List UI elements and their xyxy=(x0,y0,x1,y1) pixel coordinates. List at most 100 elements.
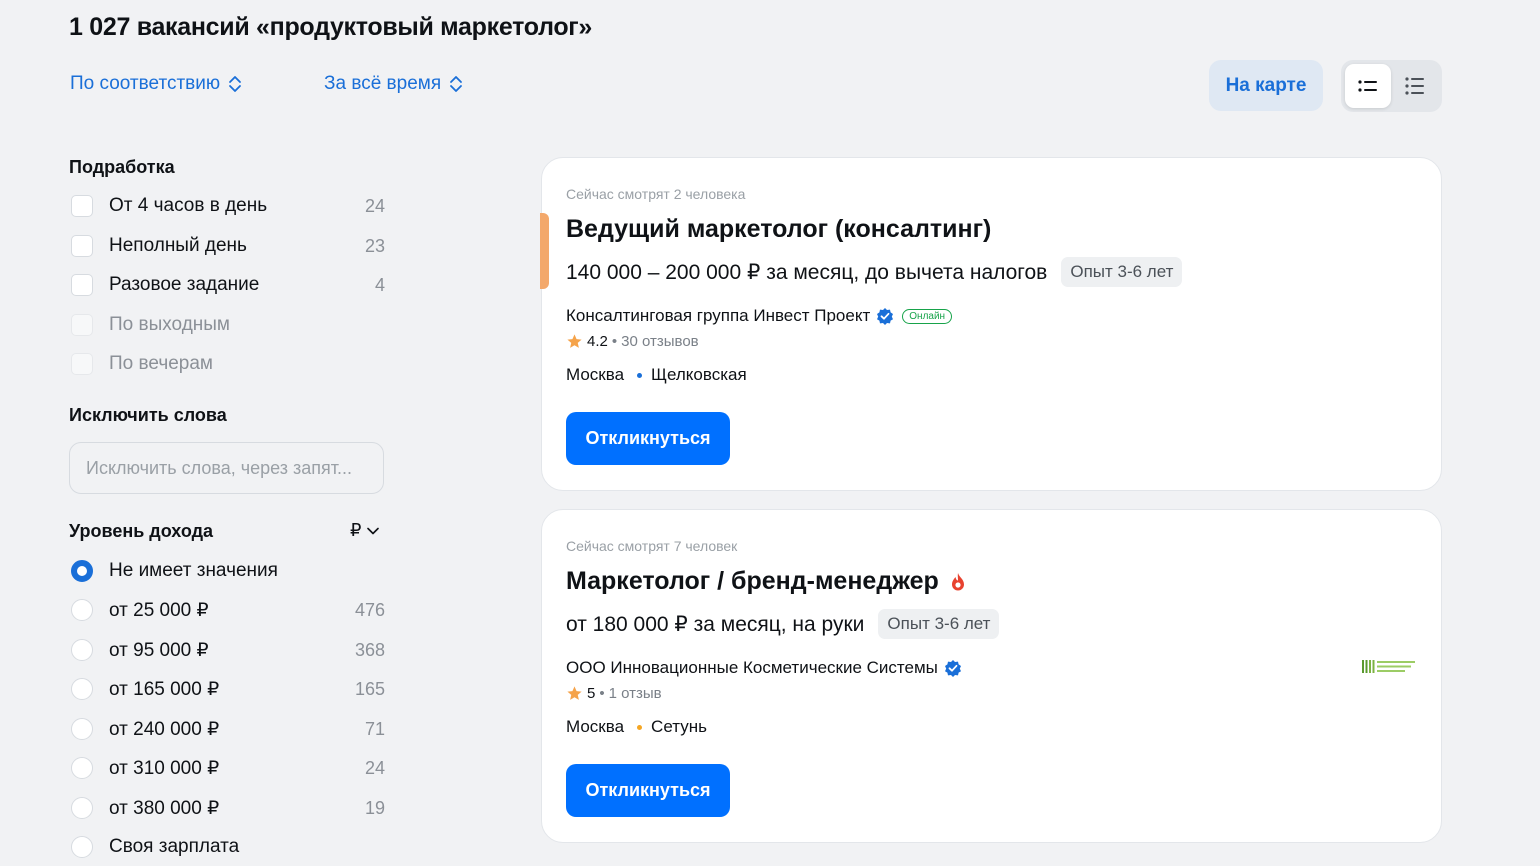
respond-button[interactable]: Откликнуться xyxy=(566,764,730,817)
part-time-option[interactable]: Разовое задание 4 xyxy=(69,270,385,300)
review-count: 30 отзывов xyxy=(621,333,699,350)
option-count: 24 xyxy=(364,195,385,216)
option-count: 368 xyxy=(354,639,385,660)
income-option[interactable]: Своя зарплата xyxy=(69,832,385,862)
metro-line-dot xyxy=(637,724,643,730)
part-time-option[interactable]: От 4 часов в день 24 xyxy=(69,191,385,221)
option-count: 71 xyxy=(364,718,385,739)
sort-period-dropdown[interactable]: За всё время xyxy=(324,73,463,95)
compact-list-icon xyxy=(1358,80,1377,92)
verified-check-icon xyxy=(877,308,894,325)
checkbox[interactable] xyxy=(71,235,93,257)
vacancy-card[interactable]: Сейчас смотрят 7 человек Маркетолог / бр… xyxy=(541,509,1442,843)
compact-list-view-button[interactable] xyxy=(1345,64,1391,108)
option-label: От 4 часов в день xyxy=(109,195,268,216)
radio-button[interactable] xyxy=(71,718,93,740)
option-label: от 310 000 ₽ xyxy=(109,757,220,779)
sort-updown-icon xyxy=(229,76,242,92)
map-button[interactable]: На карте xyxy=(1209,60,1323,111)
separator-dot: • xyxy=(599,685,605,702)
option-label: Неполный день xyxy=(109,235,247,256)
option-label: от 240 000 ₽ xyxy=(109,718,220,740)
metro-station: Сетунь xyxy=(651,717,707,736)
city: Москва xyxy=(566,717,625,736)
checkbox-disabled xyxy=(71,353,93,375)
rating-row[interactable]: 5 • 1 отзыв xyxy=(566,685,662,702)
option-count: 476 xyxy=(354,599,385,620)
radio-button[interactable] xyxy=(71,678,93,700)
option-label: от 380 000 ₽ xyxy=(109,797,220,819)
separator-dot: • xyxy=(611,333,618,350)
vacancy-title-link[interactable]: Маркетолог / бренд-менеджер xyxy=(566,567,967,596)
option-label: от 95 000 ₽ xyxy=(109,639,209,661)
income-option[interactable]: от 165 000 ₽ 165 xyxy=(69,674,385,704)
radio-button-checked[interactable] xyxy=(71,560,93,582)
income-option[interactable]: от 240 000 ₽ 71 xyxy=(69,714,385,744)
star-icon xyxy=(567,686,582,700)
part-time-option[interactable]: Неполный день 23 xyxy=(69,231,385,261)
option-label: По выходным xyxy=(109,314,230,335)
highlight-accent-bar xyxy=(540,213,549,289)
vacancy-title: Ведущий маркетолог (консалтинг) xyxy=(566,215,992,243)
vacancy-card[interactable]: Сейчас смотрят 2 человека Ведущий маркет… xyxy=(540,157,1442,491)
part-time-section-title: Подработка xyxy=(69,157,175,177)
detailed-list-view-button[interactable] xyxy=(1392,64,1438,108)
sort-period-label: За всё время xyxy=(324,73,442,94)
part-time-option: По вечерам xyxy=(69,349,385,379)
radio-button[interactable] xyxy=(71,797,93,819)
radio-button[interactable] xyxy=(71,836,93,858)
experience-badge: Опыт 3-6 лет xyxy=(878,609,1000,639)
option-count: 19 xyxy=(364,797,385,818)
salary: 140 000 – 200 000 ₽ за месяц, до вычета … xyxy=(566,260,1048,284)
income-option[interactable]: от 310 000 ₽ 24 xyxy=(69,753,385,783)
option-count: 24 xyxy=(364,757,385,778)
detailed-list-icon xyxy=(1405,77,1424,95)
salary-row: от 180 000 ₽ за месяц, на руки Опыт 3-6 … xyxy=(566,609,1000,639)
respond-button[interactable]: Откликнуться xyxy=(566,412,730,465)
radio-button[interactable] xyxy=(71,599,93,621)
vacancy-title-link[interactable]: Ведущий маркетолог (консалтинг) xyxy=(566,215,991,244)
exclude-words-input[interactable] xyxy=(69,442,384,494)
vacancy-title: Маркетолог / бренд-менеджер xyxy=(566,567,939,595)
rating-value: 5 xyxy=(587,685,596,702)
hot-vacancy-icon xyxy=(951,572,964,590)
company-name-link[interactable]: ООО Инновационные Косметические Системы xyxy=(566,658,938,678)
option-count: 165 xyxy=(354,678,385,699)
income-option[interactable]: от 380 000 ₽ 19 xyxy=(69,793,385,823)
location-row: Москва Сетунь xyxy=(566,717,707,737)
radio-button[interactable] xyxy=(71,639,93,661)
company-row: ООО Инновационные Косметические Системы xyxy=(566,658,962,678)
radio-button[interactable] xyxy=(71,757,93,779)
star-icon xyxy=(567,334,582,348)
option-label: от 165 000 ₽ xyxy=(109,678,220,700)
checkbox[interactable] xyxy=(71,274,93,296)
option-label: По вечерам xyxy=(109,353,213,374)
currency-label: ₽ xyxy=(350,520,362,540)
option-count: 23 xyxy=(364,235,385,256)
sort-relevance-label: По соответствию xyxy=(70,73,221,94)
sort-relevance-dropdown[interactable]: По соответствию xyxy=(70,73,242,95)
checkbox-disabled xyxy=(71,314,93,336)
income-option[interactable]: от 25 000 ₽ 476 xyxy=(69,595,385,625)
review-count: 1 отзыв xyxy=(608,685,662,702)
option-label: от 25 000 ₽ xyxy=(109,599,209,621)
verified-check-icon xyxy=(944,660,961,677)
income-option[interactable]: Не имеет значения xyxy=(69,556,385,586)
salary-row: 140 000 – 200 000 ₽ за месяц, до вычета … xyxy=(566,257,1183,287)
metro-station: Щелковская xyxy=(651,365,747,384)
currency-dropdown[interactable]: ₽ xyxy=(350,520,380,541)
viewers-count: Сейчас смотрят 7 человек xyxy=(566,538,738,554)
rating-row[interactable]: 4.2 • 30 отзывов xyxy=(566,333,699,350)
option-count: 4 xyxy=(374,274,385,295)
checkbox[interactable] xyxy=(71,195,93,217)
page-title: 1 027 вакансий «продуктовый маркетолог» xyxy=(69,13,593,41)
part-time-option: По выходным xyxy=(69,310,385,340)
option-label: Не имеет значения xyxy=(109,560,278,581)
viewers-count: Сейчас смотрят 2 человека xyxy=(566,186,746,202)
income-section-title: Уровень дохода xyxy=(69,521,214,541)
rating-value: 4.2 xyxy=(587,333,608,350)
company-name-link[interactable]: Консалтинговая группа Инвест Проект xyxy=(566,306,870,326)
metro-line-dot xyxy=(637,372,643,378)
company-row: Консалтинговая группа Инвест Проект Онла… xyxy=(566,306,953,326)
income-option[interactable]: от 95 000 ₽ 368 xyxy=(69,635,385,665)
